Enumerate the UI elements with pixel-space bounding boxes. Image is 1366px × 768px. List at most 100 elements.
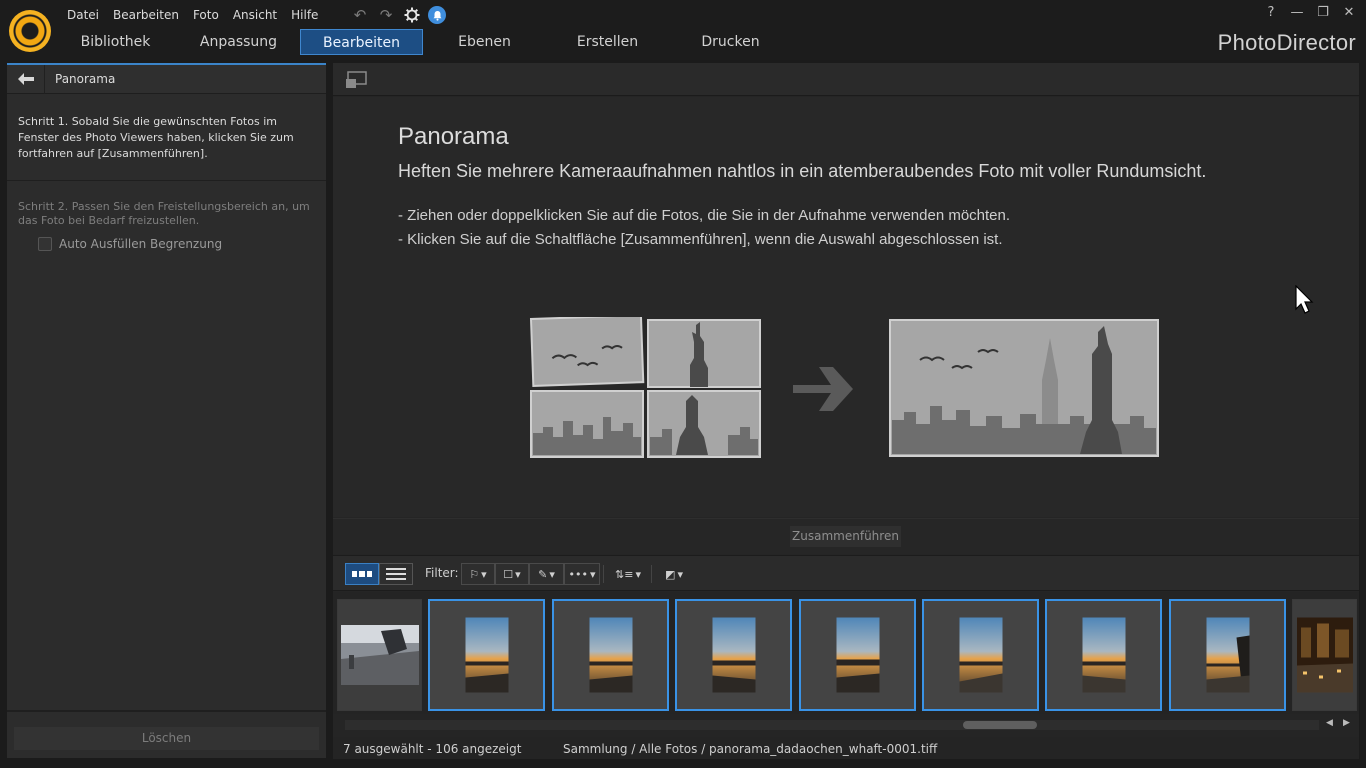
filmstrip-scrollbar[interactable] [345, 720, 1319, 730]
flag-icon: ⚐ [469, 567, 480, 581]
window-controls: ? — ❐ ✕ [1260, 4, 1360, 22]
tab-bibliothek[interactable]: Bibliothek [54, 29, 177, 55]
gear-icon[interactable] [402, 5, 422, 25]
merge-button[interactable]: Zusammenführen [790, 526, 901, 547]
filter-bar: Filter: ⚐ ▾ ☐ ▾ ✎ ▾ ••• ▾ ⇅≡ ▾ ◩ ▾ [333, 555, 1359, 591]
help-icon[interactable]: ? [1260, 4, 1282, 22]
chevron-down-icon: ▾ [635, 567, 641, 581]
photo-sunset [1206, 617, 1249, 693]
scroll-right-icon[interactable]: ▶ [1343, 718, 1350, 728]
tab-anpassung[interactable]: Anpassung [177, 29, 300, 55]
menu-hilfe[interactable]: Hilfe [284, 6, 325, 24]
scroll-left-icon[interactable]: ◀ [1326, 718, 1333, 728]
thumbnail-view-button[interactable] [345, 563, 379, 585]
photo-sunset [959, 617, 1002, 693]
checkbox-icon[interactable] [38, 237, 52, 251]
square-icon: ☐ [503, 567, 514, 581]
overlay-button[interactable]: ◩ ▾ [659, 563, 689, 585]
photo-sunset [712, 617, 755, 693]
viewer-toolbar [333, 63, 1359, 96]
scrollbar-thumb[interactable] [963, 721, 1037, 729]
divider [7, 180, 326, 181]
collection-path: Sammlung / Alle Fotos / panorama_dadaoch… [563, 742, 938, 756]
intro-instruction-1: - Ziehen oder doppelklicken Sie auf die … [398, 207, 1011, 224]
list-view-button[interactable] [379, 563, 413, 585]
separator [651, 565, 652, 583]
sort-icon: ⇅≡ [615, 567, 634, 581]
photo-city-night [1296, 617, 1353, 693]
app-logo-icon[interactable] [9, 10, 51, 52]
back-arrow-icon[interactable] [7, 64, 45, 94]
tile-statue-top [647, 319, 761, 388]
panorama-illustration [529, 317, 1159, 458]
pencil-icon: ✎ [538, 567, 548, 581]
intro-subtitle: Heften Sie mehrere Kameraaufnahmen nahtl… [398, 161, 1207, 181]
app-name: PhotoDirector [1217, 30, 1356, 55]
tile-skyline-left [530, 390, 644, 458]
auto-fill-checkbox[interactable]: Auto Ausfüllen Begrenzung [38, 237, 222, 251]
flag-filter-button[interactable]: ⚐ ▾ [461, 563, 495, 585]
tab-bearbeiten[interactable]: Bearbeiten [300, 29, 423, 55]
menu-bearbeiten[interactable]: Bearbeiten [106, 6, 186, 24]
merged-panorama [889, 319, 1159, 457]
intro-instruction-2: - Klicken Sie auf die Schaltfläche [Zusa… [398, 231, 1003, 248]
restore-icon[interactable]: ❐ [1312, 4, 1334, 22]
separator [603, 565, 604, 583]
menu-bar: Datei Bearbeiten Foto Ansicht Hilfe [60, 6, 325, 24]
tab-erstellen[interactable]: Erstellen [546, 29, 669, 55]
redo-icon[interactable]: ↷ [376, 5, 396, 25]
chevron-down-icon: ▾ [589, 567, 596, 581]
divider [7, 710, 326, 712]
thumbnail-sunset-6[interactable] [1045, 599, 1162, 711]
merge-bar: Zusammenführen [333, 518, 1359, 554]
main-area: Panorama Heften Sie mehrere Kameraaufnah… [333, 63, 1359, 759]
photo-sunset [589, 617, 632, 693]
chevron-down-icon: ▾ [677, 567, 683, 581]
thumbnail-sunset-1[interactable] [428, 599, 545, 711]
arrow-icon [793, 367, 853, 411]
photo-sunset [1082, 617, 1125, 693]
edited-filter-button[interactable]: ✎ ▾ [529, 563, 564, 585]
thumbnail-sunset-5[interactable] [922, 599, 1039, 711]
mouse-cursor-icon [1295, 285, 1314, 314]
chevron-down-icon: ▾ [481, 567, 487, 581]
menu-ansicht[interactable]: Ansicht [226, 6, 284, 24]
status-bar: 7 ausgewählt - 106 angezeigt Sammlung / … [333, 737, 1359, 759]
quick-tools: ↶ ↷ [350, 5, 446, 25]
main-tabs: Bibliothek Anpassung Bearbeiten Ebenen E… [54, 29, 792, 55]
notification-bell-icon[interactable] [428, 6, 446, 24]
panel-header: Panorama [7, 64, 326, 94]
tab-drucken[interactable]: Drucken [669, 29, 792, 55]
tab-ebenen[interactable]: Ebenen [423, 29, 546, 55]
photo-skate [340, 625, 419, 685]
chevron-down-icon: ▾ [549, 567, 555, 581]
panel-title: Panorama [55, 72, 116, 86]
filmstrip [333, 592, 1359, 714]
panorama-panel: Panorama Schritt 1. Sobald Sie die gewün… [7, 63, 326, 758]
close-icon[interactable]: ✕ [1338, 4, 1360, 22]
auto-fill-label: Auto Ausfüllen Begrenzung [59, 237, 223, 251]
tile-birds [529, 317, 645, 387]
thumbnail-sunset-2[interactable] [552, 599, 669, 711]
thumbnail-skate[interactable] [337, 599, 422, 711]
compare-view-icon[interactable] [345, 71, 369, 89]
thumbnail-sunset-3[interactable] [675, 599, 792, 711]
color-label-filter-button[interactable]: ☐ ▾ [495, 563, 529, 585]
thumbnail-sunset-7[interactable] [1169, 599, 1286, 711]
panorama-intro: Panorama Heften Sie mehrere Kameraaufnah… [333, 97, 1359, 517]
photo-sunset [836, 617, 879, 693]
menu-foto[interactable]: Foto [186, 6, 226, 24]
step1-text: Schritt 1. Sobald Sie die gewünschten Fo… [18, 115, 294, 160]
minimize-icon[interactable]: — [1286, 4, 1308, 22]
sort-button[interactable]: ⇅≡ ▾ [611, 563, 645, 585]
selection-count: 7 ausgewählt - 106 angezeigt [343, 742, 522, 756]
chevron-down-icon: ▾ [515, 567, 521, 581]
thumbnail-sunset-4[interactable] [799, 599, 916, 711]
undo-icon[interactable]: ↶ [350, 5, 370, 25]
menu-datei[interactable]: Datei [60, 6, 106, 24]
delete-button[interactable]: Löschen [14, 727, 319, 750]
more-filter-button[interactable]: ••• ▾ [564, 563, 600, 585]
filter-label: Filter: [425, 566, 459, 580]
thumbnail-city-night[interactable] [1292, 599, 1357, 711]
overlay-icon: ◩ [665, 567, 676, 581]
